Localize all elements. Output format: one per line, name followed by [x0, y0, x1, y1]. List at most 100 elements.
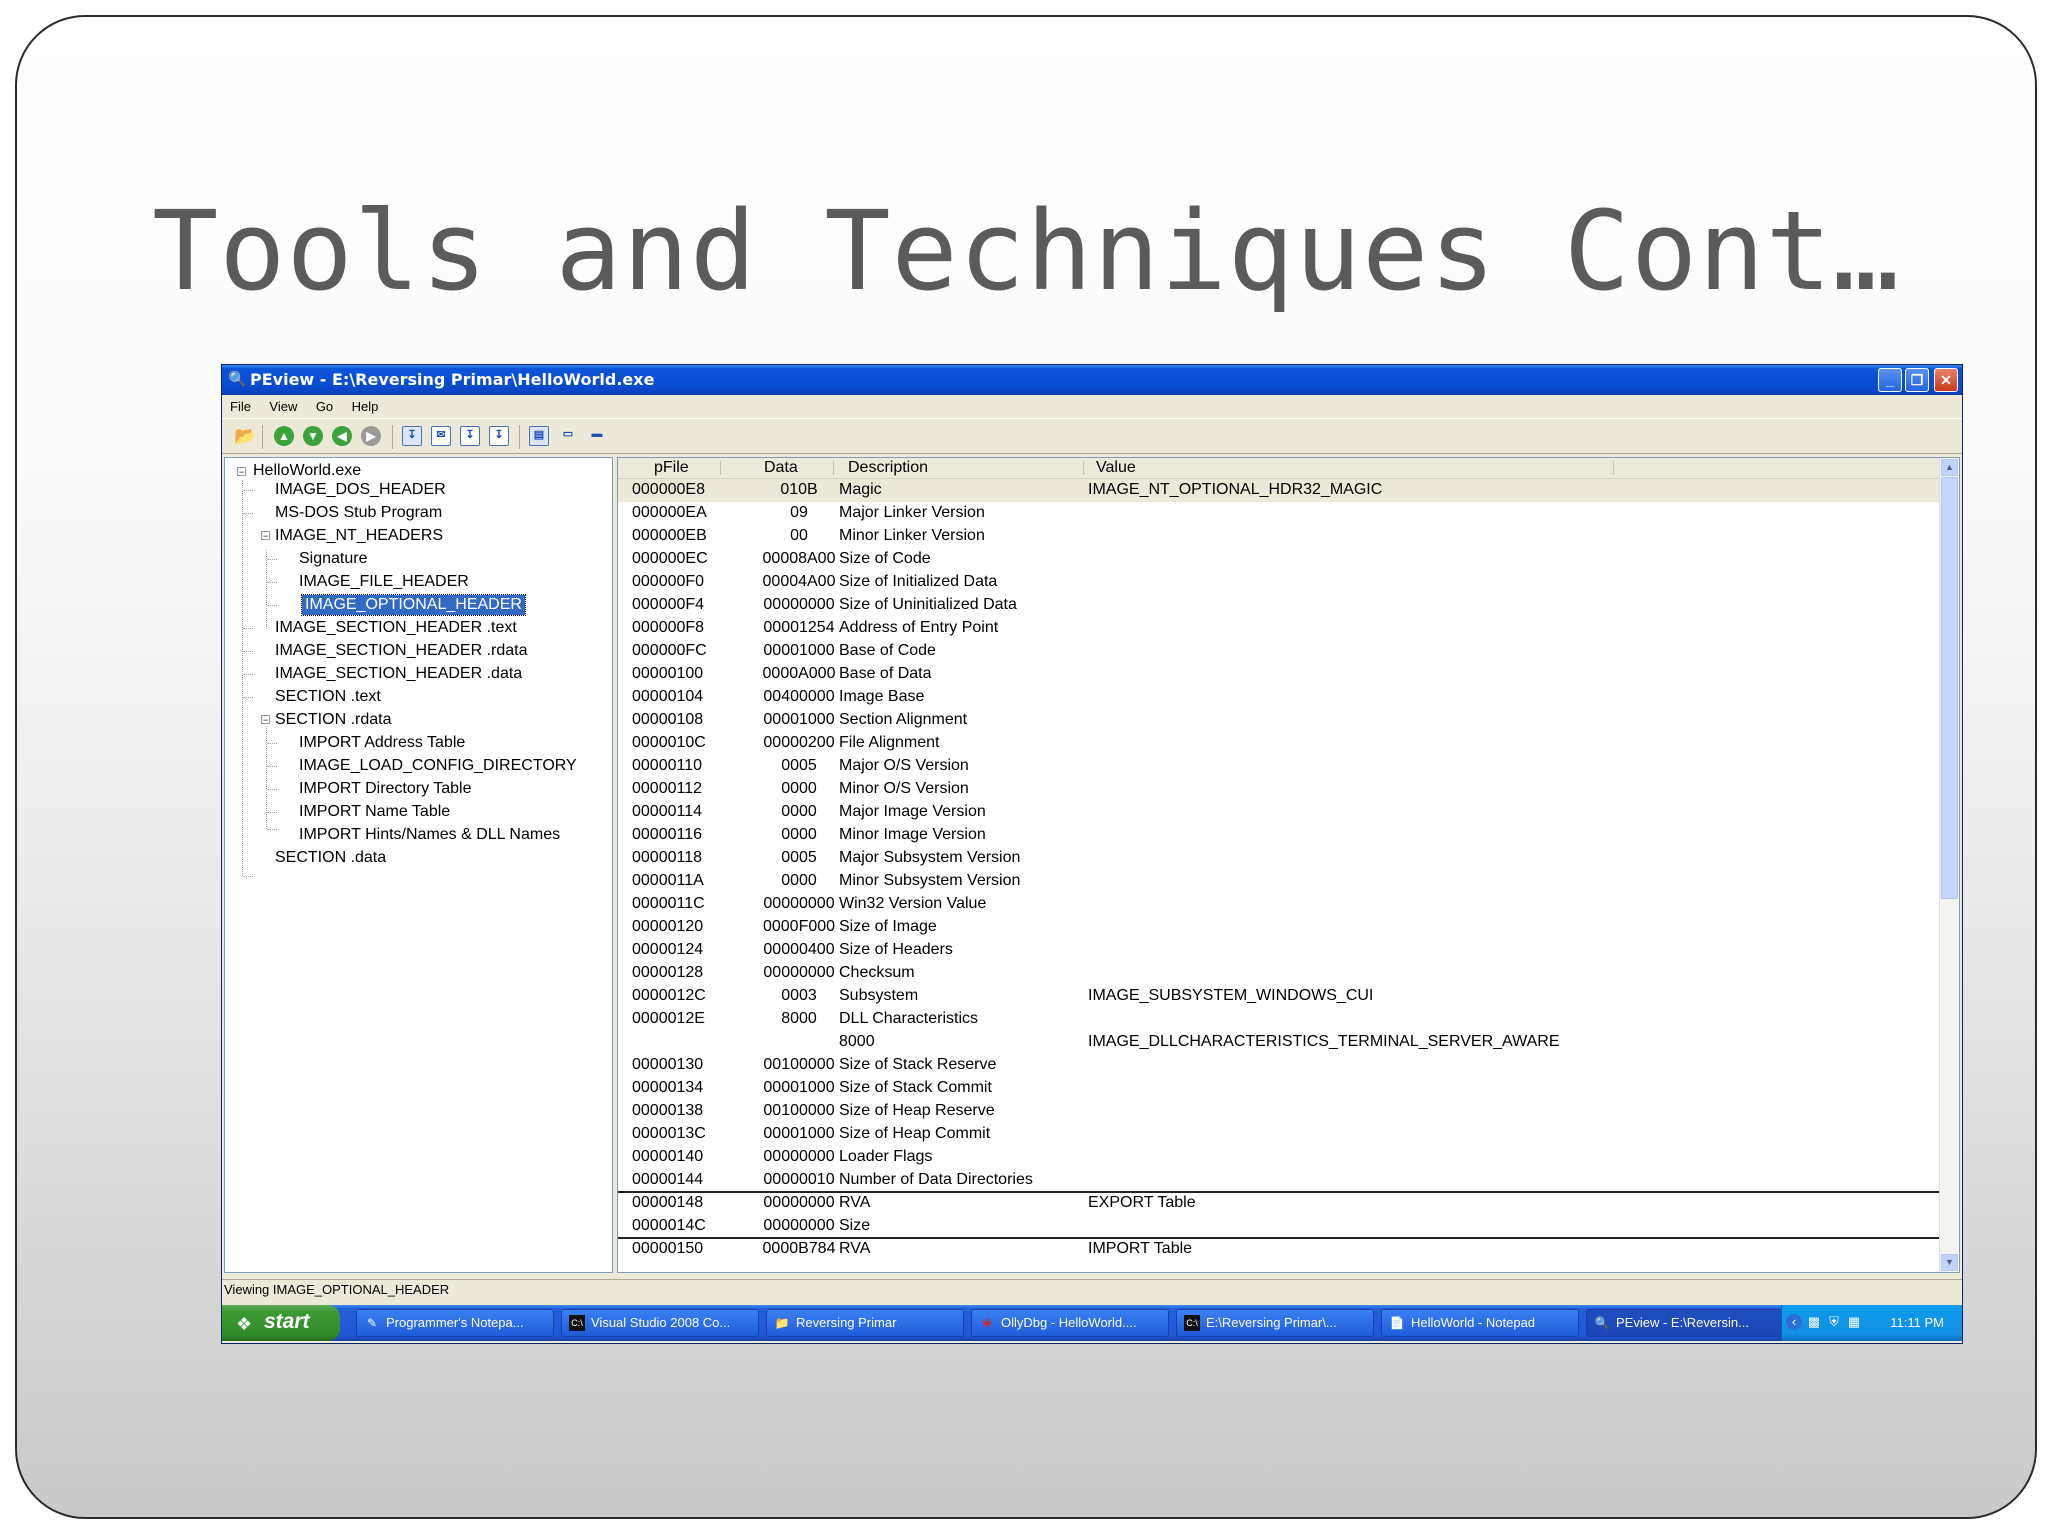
- table-row[interactable]: 0000014C 00000000 Size: [618, 1215, 1940, 1238]
- tree-item-root[interactable]: HelloWorld.exe: [253, 461, 361, 481]
- go-back-icon[interactable]: ◀: [332, 426, 352, 446]
- tree-collapse-nt-headers[interactable]: −: [261, 531, 270, 541]
- table-row[interactable]: 0000012E 8000 DLL Characteristics: [618, 1008, 1940, 1031]
- table-row[interactable]: 00000114 0000 Major Image Version: [618, 801, 1940, 824]
- table-row[interactable]: 000000EC 00008A00 Size of Code: [618, 548, 1940, 571]
- tree-item-file-header[interactable]: IMAGE_FILE_HEADER: [299, 572, 469, 592]
- task-helloworld-notepad[interactable]: 📄 HelloWorld - Notepad: [1381, 1309, 1579, 1337]
- table-row[interactable]: 00000140 00000000 Loader Flags: [618, 1146, 1940, 1169]
- table-row[interactable]: 00000118 0005 Major Subsystem Version: [618, 847, 1940, 870]
- menu-view[interactable]: View: [269, 396, 297, 418]
- tree-item-signature[interactable]: Signature: [299, 549, 368, 569]
- view-word-icon[interactable]: ▭: [558, 426, 578, 446]
- table-row[interactable]: 00000116 0000 Minor Image Version: [618, 824, 1940, 847]
- view-dword-icon[interactable]: ▬: [587, 426, 607, 446]
- table-row[interactable]: 000000F4 00000000 Size of Uninitialized Da…: [618, 594, 1940, 617]
- tree-item-sec-hdr-rdata[interactable]: IMAGE_SECTION_HEADER .rdata: [275, 641, 528, 661]
- table-row[interactable]: 0000013C 00001000 Size of Heap Commit: [618, 1123, 1940, 1146]
- tree-item-section-rdata[interactable]: SECTION .rdata: [275, 710, 391, 730]
- restore-button[interactable]: ❐: [1905, 368, 1929, 392]
- table-row[interactable]: 00000120 0000F000 Size of Image: [618, 916, 1940, 939]
- tree-item-import-name-table[interactable]: IMPORT Name Table: [299, 802, 450, 822]
- tree-item-sec-hdr-data[interactable]: IMAGE_SECTION_HEADER .data: [275, 664, 522, 684]
- table-row[interactable]: 00000128 00000000 Checksum: [618, 962, 1940, 985]
- table-row[interactable]: 00000104 00400000 Image Base: [618, 686, 1940, 709]
- view-byte-icon[interactable]: ▤: [529, 426, 549, 446]
- table-row[interactable]: 000000FC 00001000 Base of Code: [618, 640, 1940, 663]
- table-row[interactable]: 00000100 0000A000 Base of Data: [618, 663, 1940, 686]
- table-row[interactable]: 000000E8 010B Magic IMAGE_NT_OPTIONAL_HDR32…: [618, 479, 1940, 502]
- table-row[interactable]: 00000144 00000010 Number of Data Directori…: [618, 1169, 1940, 1192]
- start-button[interactable]: ❖ start: [222, 1305, 340, 1341]
- task-reversing-primar-folder[interactable]: 📁 Reversing Primar: [766, 1309, 964, 1337]
- menu-help[interactable]: Help: [352, 396, 379, 418]
- table-row[interactable]: 00000148 00000000 RVA EXPORT Table: [618, 1192, 1940, 1215]
- table-row[interactable]: 00000112 0000 Minor O/S Version: [618, 778, 1940, 801]
- magnifier-app-icon: 🔍: [228, 371, 247, 388]
- menu-file[interactable]: File: [230, 396, 251, 418]
- tree-item-sec-hdr-text[interactable]: IMAGE_SECTION_HEADER .text: [275, 618, 517, 638]
- table-row[interactable]: 0000011A 0000 Minor Subsystem Version: [618, 870, 1940, 893]
- vertical-scrollbar[interactable]: ▲ ▼: [1939, 458, 1959, 1272]
- tree-item-load-config[interactable]: IMAGE_LOAD_CONFIG_DIRECTORY: [299, 756, 577, 776]
- scroll-thumb[interactable]: [1941, 477, 1958, 899]
- scroll-up-icon[interactable]: ▲: [1941, 459, 1958, 476]
- table-row[interactable]: 00000134 00001000 Size of Stack Commit: [618, 1077, 1940, 1100]
- go-forward-icon[interactable]: ▶: [361, 426, 381, 446]
- go-down-icon[interactable]: ▼: [303, 426, 323, 446]
- tray-expand-icon[interactable]: ‹: [1786, 1314, 1802, 1330]
- tree-item-import-address-table[interactable]: IMPORT Address Table: [299, 733, 465, 753]
- table-row[interactable]: 00000150 0000B784 RVA IMPORT Table: [618, 1238, 1940, 1261]
- title-bar[interactable]: 🔍 PEview - E:\Reversing Primar\HelloWorl…: [222, 365, 1962, 395]
- table-row[interactable]: 000000EB 00 Minor Linker Version: [618, 525, 1940, 548]
- structure-tree[interactable]: − HelloWorld.exe IMAGE_DOS_HEADER MS-DOS…: [224, 457, 613, 1273]
- tree-collapse-section-rdata[interactable]: −: [261, 715, 270, 725]
- table-row[interactable]: 000000EA 09 Major Linker Version: [618, 502, 1940, 525]
- tree-item-section-data[interactable]: SECTION .data: [275, 848, 386, 868]
- go-up-icon[interactable]: ▲: [274, 426, 294, 446]
- tree-collapse-root[interactable]: −: [237, 467, 246, 477]
- tray-app-icon[interactable]: ▦: [1846, 1314, 1862, 1330]
- task-peview[interactable]: 🔍 PEview - E:\Reversin...: [1586, 1309, 1784, 1337]
- view-mail-icon[interactable]: ✉: [431, 426, 451, 446]
- table-row[interactable]: 000000F8 00001254 Address of Entry Point: [618, 617, 1940, 640]
- task-ollydbg[interactable]: ❀ OllyDbg - HelloWorld....: [971, 1309, 1169, 1337]
- table-row[interactable]: 0000012C 0003 Subsystem IMAGE_SUBSYSTEM_WIN…: [618, 985, 1940, 1008]
- tree-item-nt-headers[interactable]: IMAGE_NT_HEADERS: [275, 526, 443, 546]
- minimize-button[interactable]: _: [1878, 368, 1902, 392]
- tree-item-optional-header[interactable]: IMAGE_OPTIONAL_HEADER: [301, 594, 526, 616]
- column-header-value[interactable]: Value: [1096, 459, 1136, 477]
- column-header-description[interactable]: Description: [848, 459, 928, 477]
- table-row[interactable]: 00000110 0005 Major O/S Version: [618, 755, 1940, 778]
- shield-icon[interactable]: ⛨: [1826, 1314, 1842, 1330]
- table-row[interactable]: 00000130 00100000 Size of Stack Reserve: [618, 1054, 1940, 1077]
- table-row[interactable]: 00000108 00001000 Section Alignment: [618, 709, 1940, 732]
- view-down-icon[interactable]: ↧: [460, 426, 480, 446]
- open-folder-icon[interactable]: 📂: [234, 426, 256, 446]
- tree-item-section-text[interactable]: SECTION .text: [275, 687, 381, 707]
- cell-pfile: 00000116: [632, 826, 702, 843]
- task-console-reversing-primar[interactable]: C:\ E:\Reversing Primar\...: [1176, 1309, 1374, 1337]
- tree-item-import-directory-table[interactable]: IMPORT Directory Table: [299, 779, 472, 799]
- task-programmers-notepad[interactable]: ✎ Programmer's Notepa...: [356, 1309, 554, 1337]
- table-row[interactable]: 0000010C 00000200 File Alignment: [618, 732, 1940, 755]
- slide: Tools and Techniques Cont… 🔍 PEview - E:…: [15, 15, 2037, 1519]
- tree-item-dos-stub[interactable]: MS-DOS Stub Program: [275, 503, 442, 523]
- scroll-down-icon[interactable]: ▼: [1941, 1254, 1958, 1271]
- network-icon[interactable]: ▩: [1806, 1314, 1822, 1330]
- tree-item-import-hints[interactable]: IMPORT Hints/Names & DLL Names: [299, 825, 560, 845]
- task-visual-studio[interactable]: C:\ Visual Studio 2008 Co...: [561, 1309, 759, 1337]
- table-row[interactable]: 00000124 00000400 Size of Headers: [618, 939, 1940, 962]
- view-hex-icon[interactable]: ↧: [402, 426, 422, 446]
- table-row[interactable]: 8000 IMAGE_DLLCHARACTERISTICS_TERMINAL_SE…: [618, 1031, 1940, 1054]
- cell-description: Size: [839, 1217, 871, 1234]
- save-down-icon[interactable]: ↧: [489, 426, 509, 446]
- table-row[interactable]: 000000F0 00004A00 Size of Initialized Data: [618, 571, 1940, 594]
- menu-go[interactable]: Go: [316, 396, 333, 418]
- table-row[interactable]: 00000138 00100000 Size of Heap Reserve: [618, 1100, 1940, 1123]
- close-button[interactable]: ✕: [1934, 368, 1958, 392]
- column-header-pfile[interactable]: pFile: [654, 459, 689, 477]
- column-header-data[interactable]: Data: [764, 459, 798, 477]
- table-row[interactable]: 0000011C 00000000 Win32 Version Value: [618, 893, 1940, 916]
- tree-item-dos-header[interactable]: IMAGE_DOS_HEADER: [275, 480, 446, 500]
